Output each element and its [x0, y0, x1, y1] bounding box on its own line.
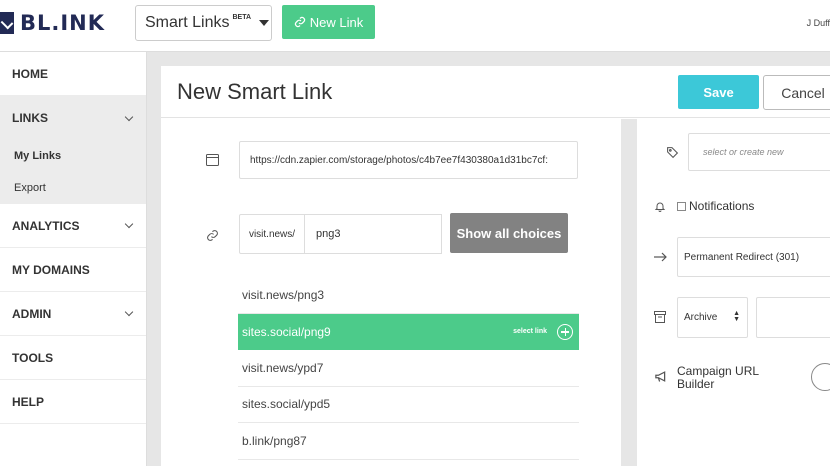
new-link-label: New Link: [309, 14, 364, 30]
sidebar-item-links[interactable]: LINKS: [0, 96, 146, 140]
browser-window-icon: [205, 153, 219, 167]
chevron-down-icon: [124, 219, 134, 229]
main-panel: New Smart Link Save Cancel https://cdn.z…: [161, 66, 830, 466]
sidebar-item-analytics[interactable]: ANALYTICS: [0, 204, 146, 248]
logo[interactable]: BL.INK: [0, 11, 106, 35]
show-all-choices-button[interactable]: Show all choices: [450, 213, 568, 253]
sidebar-item-home[interactable]: HOME: [0, 52, 146, 96]
caret-down-icon: [259, 20, 270, 26]
destination-url-input[interactable]: https://cdn.zapier.com/storage/photos/c4…: [239, 141, 578, 179]
archive-select-value: Archive: [684, 312, 718, 323]
sidebar-item-label: ANALYTICS: [12, 218, 80, 233]
list-item[interactable]: visit.news/png3: [238, 277, 579, 314]
link-icon: [205, 228, 219, 242]
main-header: New Smart Link Save Cancel: [161, 66, 830, 118]
sidebar-item-my-domains[interactable]: MY DOMAINS: [0, 248, 146, 292]
arrow-right-icon: [653, 250, 667, 264]
archive-icon: [653, 310, 667, 324]
panel-divider: [621, 119, 637, 466]
slug-input[interactable]: png3: [304, 214, 442, 254]
list-item-selected[interactable]: sites.social/png9 select link: [238, 313, 579, 350]
updown-caret-icon: ▲ ▼: [733, 310, 740, 323]
plus-circle-icon[interactable]: [557, 323, 573, 340]
list-item[interactable]: visit.news/ypd7: [238, 350, 579, 387]
sidebar-item-label: ADMIN: [12, 306, 52, 321]
top-bar: BL.INK Smart Links BETA New Link J Duff: [0, 0, 830, 52]
beta-badge: BETA: [232, 13, 252, 21]
product-select-label: Smart Links: [145, 14, 230, 31]
bell-icon: [653, 199, 667, 213]
archive-select[interactable]: Archive ▲ ▼: [677, 297, 748, 338]
product-select[interactable]: Smart Links BETA: [135, 5, 272, 41]
sidebar-item-label: HELP: [12, 394, 45, 409]
link-icon: [294, 16, 305, 28]
logo-mark-icon: [0, 12, 14, 34]
redirect-type-select[interactable]: Permanent Redirect (301): [677, 237, 830, 277]
megaphone-icon: [653, 369, 669, 383]
choice-label: sites.social/png9: [242, 324, 331, 339]
sidebar-item-label: TOOLS: [12, 350, 54, 365]
archive-date-input[interactable]: [756, 297, 830, 338]
sidebar-item-label: LINKS: [12, 111, 48, 125]
notifications-checkbox[interactable]: [677, 201, 686, 211]
page-title: New Smart Link: [177, 79, 333, 104]
choice-label: visit.news/ypd7: [242, 360, 324, 375]
sidebar-group-links: LINKS My Links Export: [0, 96, 146, 204]
sidebar-item-label: MY DOMAINS: [12, 262, 90, 277]
link-form: https://cdn.zapier.com/storage/photos/c4…: [161, 119, 621, 466]
choice-label: b.link/png87: [242, 433, 307, 448]
campaign-url-builder-label[interactable]: Campaign URL Builder: [677, 365, 777, 391]
list-item[interactable]: sites.social/ypd5: [238, 387, 579, 423]
notifications-label: Notifications: [689, 199, 755, 213]
link-options: select or create new Notifications Perma…: [637, 119, 830, 466]
chevron-down-icon: [124, 307, 134, 317]
tag-icon: [665, 145, 679, 159]
choice-label: visit.news/png3: [242, 287, 325, 302]
sidebar-subitem-my-links[interactable]: My Links: [0, 140, 146, 172]
list-item[interactable]: b.link/png87: [238, 423, 579, 460]
link-choices-list: visit.news/png3 sites.social/png9 select…: [238, 277, 579, 460]
sidebar-item-label: HOME: [12, 66, 48, 81]
sidebar-subitem-export[interactable]: Export: [0, 172, 146, 204]
tags-input[interactable]: select or create new: [688, 133, 830, 171]
choice-label: sites.social/ypd5: [242, 397, 331, 412]
sidebar-item-help[interactable]: HELP: [0, 380, 146, 424]
user-name[interactable]: J Duff: [807, 18, 830, 28]
save-button[interactable]: Save: [678, 75, 759, 109]
domain-prefix-select[interactable]: visit.news/: [239, 214, 305, 254]
logo-text: BL.INK: [20, 11, 106, 35]
sidebar-item-tools[interactable]: TOOLS: [0, 336, 146, 380]
edit-icon[interactable]: [811, 363, 830, 391]
chevron-down-icon: [124, 112, 134, 121]
new-link-button[interactable]: New Link: [282, 5, 375, 39]
select-link-label[interactable]: select link: [513, 328, 547, 335]
sidebar: HOME LINKS My Links Export ANALYTICS MY …: [0, 52, 147, 466]
notifications-row: Notifications: [677, 199, 754, 213]
sidebar-item-admin[interactable]: ADMIN: [0, 292, 146, 336]
cancel-button[interactable]: Cancel: [763, 75, 830, 110]
